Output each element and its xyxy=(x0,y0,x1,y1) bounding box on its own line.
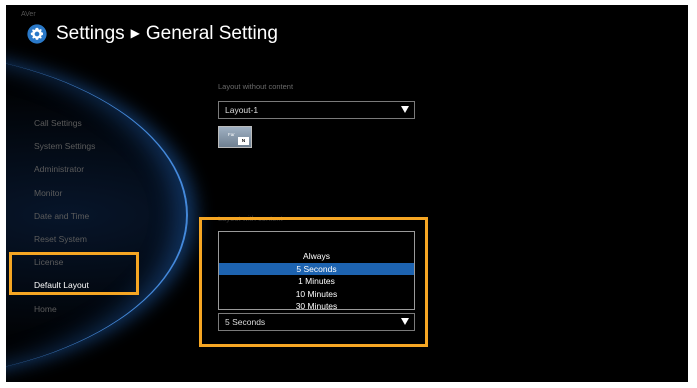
layout-preview-thumbnail: Far N xyxy=(218,126,252,148)
layout-without-content-value: Layout-1 xyxy=(225,105,259,115)
sidebar-item-home[interactable]: Home xyxy=(34,298,184,321)
brand-logo: AVer xyxy=(21,11,36,18)
layout-without-content-select[interactable]: Layout-1 xyxy=(218,101,415,119)
sidebar-item-system-settings[interactable]: System Settings xyxy=(34,135,184,158)
page-title: Settings ▶ General Setting xyxy=(56,23,278,45)
sidebar-item-administrator[interactable]: Administrator xyxy=(34,158,184,181)
layout-preview-far-label: Far xyxy=(228,132,235,137)
layout-preview-near-label: N xyxy=(238,137,249,145)
screenshot-frame: AVer Settings ▶ General Setting Call Setti… xyxy=(0,0,697,388)
sidebar-item-date-and-time[interactable]: Date and Time xyxy=(34,205,184,228)
breadcrumb-separator-icon: ▶ xyxy=(130,26,140,40)
highlight-default-layout xyxy=(9,252,139,295)
dropdown-arrow-icon xyxy=(401,106,409,113)
breadcrumb-settings: Settings xyxy=(56,23,125,44)
page-header: Settings ▶ General Setting xyxy=(26,23,278,45)
highlight-layout-dropdown xyxy=(199,217,428,347)
sidebar-item-monitor[interactable]: Monitor xyxy=(34,182,184,205)
layout-without-content-label: Layout without content xyxy=(218,82,294,91)
sidebar-item-call-settings[interactable]: Call Settings xyxy=(34,112,184,135)
breadcrumb-general-setting: General Setting xyxy=(145,23,278,44)
sidebar-item-reset-system[interactable]: Reset System xyxy=(34,228,184,251)
gear-icon xyxy=(27,24,47,44)
